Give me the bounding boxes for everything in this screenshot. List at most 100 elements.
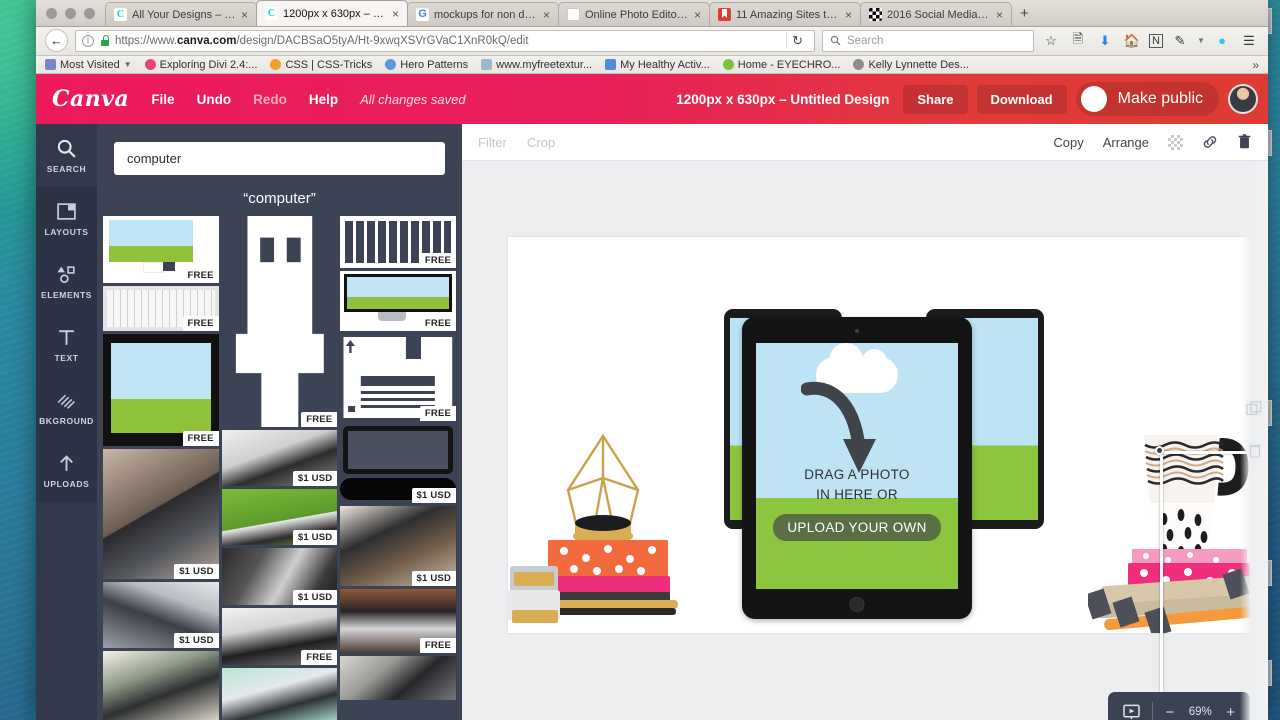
sidebar-item-search[interactable]: SEARCH <box>36 124 97 187</box>
menu-file[interactable]: File <box>151 92 174 107</box>
menu-redo[interactable]: Redo <box>253 92 287 107</box>
menu-undo[interactable]: Undo <box>197 92 232 107</box>
crop-button[interactable]: Crop <box>527 135 555 150</box>
present-icon[interactable] <box>1123 704 1141 720</box>
sidebar-item-uploads[interactable]: UPLOADS <box>36 439 97 503</box>
star-icon[interactable]: ☆ <box>1041 33 1061 49</box>
toggle-knob[interactable] <box>1080 86 1107 113</box>
result-dark-keyboard-illustration[interactable]: FREE <box>340 215 457 268</box>
reload-icon[interactable]: ↻ <box>786 32 808 49</box>
canva-logo[interactable]: Canva <box>52 86 129 112</box>
search-input[interactable]: computer <box>114 142 445 175</box>
sidebar-item-elements[interactable]: ELEMENTS <box>36 250 97 314</box>
back-button[interactable]: ← <box>45 29 68 53</box>
new-tab-button[interactable]: + <box>1011 5 1038 26</box>
bookmark-myfreetextures[interactable]: www.myfreetextur... <box>481 59 592 71</box>
bookmark-kelly-lynnette[interactable]: Kelly Lynnette Des... <box>853 59 969 71</box>
browser-tab-2[interactable]: G mockups for non desi... × <box>407 2 559 26</box>
selected-ipad-mockup[interactable]: DRAG A PHOTO IN HERE OR UPLOAD YOUR OWN <box>742 317 972 620</box>
bookmark-eyechro[interactable]: Home - EYECHRO... <box>722 59 840 71</box>
sidebar-item-background[interactable]: BKGROUND <box>36 376 97 440</box>
sidebar-item-layouts[interactable]: LAYOUTS <box>36 187 97 251</box>
result-usb-stick-laptop-photo[interactable]: $1 USD <box>221 548 338 606</box>
duplicate-icon[interactable] <box>1246 401 1262 417</box>
bookmark-divi[interactable]: Exploring Divi 2.4:... <box>144 59 257 71</box>
url-bar[interactable]: i https://www.canva.com/design/DACBSaO5t… <box>75 29 815 52</box>
chevron-down-icon[interactable]: ▼ <box>1197 36 1205 45</box>
result-calculator-paper-photo[interactable] <box>103 650 219 720</box>
copy-button[interactable]: Copy <box>1053 135 1083 150</box>
result-laptop-grass-photo[interactable]: $1 USD <box>221 489 338 546</box>
header-right-group: 1200px x 630px – Untitled Design Share D… <box>676 82 1258 117</box>
avatar[interactable] <box>1228 84 1258 115</box>
bookmark-label: My Healthy Activ... <box>620 58 710 71</box>
browser-tab-3[interactable]: Online Photo Editor | Pixlr... × <box>558 2 710 26</box>
maximize-window-button[interactable] <box>84 8 95 19</box>
bookmark-most-visited[interactable]: Most Visited ▼ <box>45 59 132 71</box>
result-laptop-lap-photo[interactable]: $1 USD <box>221 429 338 487</box>
close-icon[interactable]: × <box>392 8 402 20</box>
canvas-scroll-area[interactable]: DRAG A PHOTO IN HERE OR UPLOAD YOUR OWN <box>462 161 1268 720</box>
eyedropper-icon[interactable]: ✎ <box>1170 33 1190 49</box>
design-page[interactable]: DRAG A PHOTO IN HERE OR UPLOAD YOUR OWN <box>508 237 1263 638</box>
bookmark-css-tricks[interactable]: CSS | CSS-Tricks <box>270 59 372 71</box>
result-businessman-walking-photo[interactable]: $1 USD <box>103 449 219 579</box>
result-dark-laptop-photo[interactable] <box>340 655 457 700</box>
result-black-tablet-illustration[interactable]: $1 USD <box>340 423 457 503</box>
link-icon[interactable] <box>1202 134 1218 150</box>
zoom-out-button[interactable]: − <box>1165 704 1174 720</box>
window-traffic-lights[interactable] <box>42 8 105 26</box>
transparency-icon[interactable] <box>1168 134 1183 150</box>
result-laptop-wood-desk-photo[interactable]: FREE <box>340 588 457 653</box>
upload-your-own-button[interactable]: UPLOAD YOUR OWN <box>773 513 941 541</box>
make-public-toggle[interactable]: Make public <box>1075 82 1219 117</box>
result-white-keyboard-illustration[interactable]: FREE <box>103 285 219 332</box>
close-icon[interactable]: × <box>543 9 553 21</box>
filter-button[interactable]: Filter <box>478 135 507 150</box>
sidebar-item-text[interactable]: TEXT <box>36 313 97 377</box>
download-button[interactable]: Download <box>976 84 1067 114</box>
close-icon[interactable]: × <box>241 9 251 21</box>
close-window-button[interactable] <box>46 8 57 19</box>
mouse-shape <box>163 261 175 271</box>
zoom-in-button[interactable]: + <box>1226 704 1235 720</box>
browser-search-input[interactable]: Search <box>822 29 1034 52</box>
close-icon[interactable]: × <box>996 9 1006 21</box>
info-icon[interactable]: i <box>82 34 94 47</box>
result-monitor-illustration[interactable]: FREE <box>103 215 219 283</box>
bookmark-my-healthy-activ[interactable]: My Healthy Activ... <box>605 59 710 71</box>
trash-icon[interactable] <box>1237 134 1252 150</box>
result-laptop-desk-photo[interactable]: FREE <box>221 608 338 665</box>
hamburger-menu-icon[interactable]: ☰ <box>1239 33 1259 49</box>
result-computer-lab-photo[interactable]: $1 USD <box>103 581 219 648</box>
browser-tab-0[interactable]: C All Your Designs – Ca... × <box>105 2 257 26</box>
results-column-3: FREE FREE FREE $1 USD $1 USD FREE <box>340 215 457 720</box>
menu-help[interactable]: Help <box>309 92 338 107</box>
result-monitor-plant-desk-photo[interactable]: $1 USD <box>340 505 457 586</box>
close-icon[interactable]: × <box>694 9 704 21</box>
close-icon[interactable]: × <box>845 9 855 21</box>
bookmarks-overflow-icon[interactable]: » <box>1252 58 1259 72</box>
bookmark-hero-patterns[interactable]: Hero Patterns <box>385 59 468 71</box>
result-hands-phone-photo[interactable] <box>221 667 338 720</box>
extension-icon[interactable]: ● <box>1212 33 1232 48</box>
minimize-window-button[interactable] <box>65 8 76 19</box>
result-imac-illustration[interactable]: FREE <box>340 270 457 331</box>
download-icon[interactable]: ⬇ <box>1095 33 1115 49</box>
reader-icon[interactable]: 🗎 <box>1068 30 1088 52</box>
mockup-line-2: IN HERE OR <box>816 487 898 503</box>
result-floppy-disk-illustration[interactable]: FREE <box>340 333 457 421</box>
search-results-grid[interactable]: FREE FREE FREE $1 USD $1 USD FREE $1 USD… <box>97 215 462 720</box>
share-button[interactable]: Share <box>903 84 968 114</box>
result-tablet-illustration[interactable]: FREE <box>103 334 219 447</box>
browser-tab-4[interactable]: 11 Amazing Sites to G... × <box>709 2 861 26</box>
text-icon <box>59 330 74 345</box>
arrange-button[interactable]: Arrange <box>1103 135 1149 150</box>
browser-tab-1[interactable]: C 1200px x 630px – Un... × <box>256 0 408 26</box>
zoom-controls[interactable]: − 69% + <box>1108 692 1250 720</box>
browser-tab-5[interactable]: 2016 Social Media Im... × <box>860 2 1012 26</box>
evernote-icon[interactable]: N <box>1149 33 1163 48</box>
result-usb-plug-illustration[interactable]: FREE <box>221 215 338 427</box>
trash-icon[interactable] <box>1248 443 1262 459</box>
home-icon[interactable]: 🏠 <box>1122 33 1142 49</box>
